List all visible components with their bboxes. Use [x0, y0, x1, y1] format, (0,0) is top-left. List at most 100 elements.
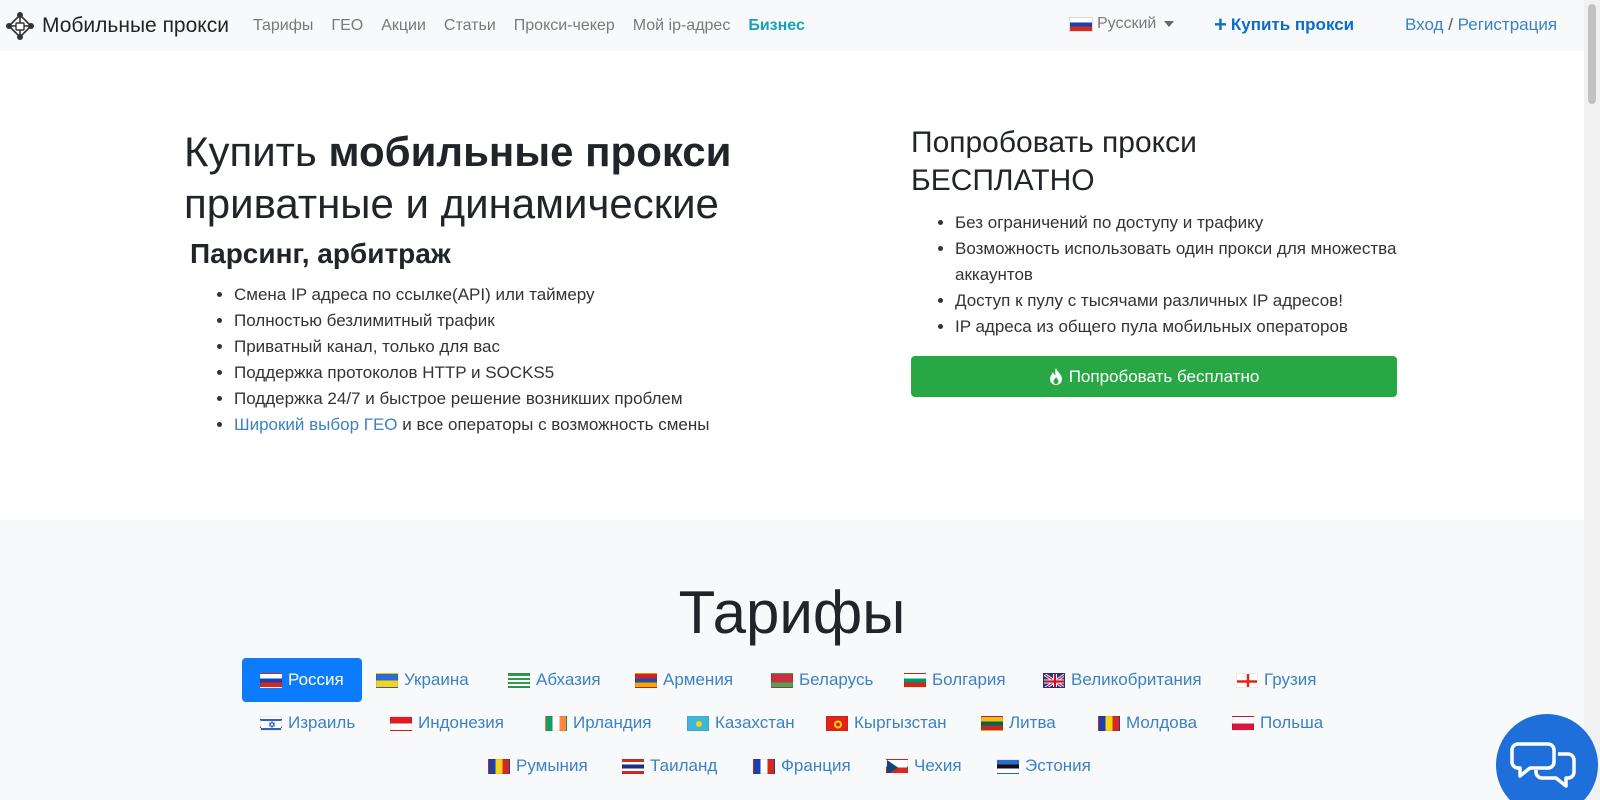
id-flag-icon [390, 715, 412, 731]
country-tab-fr[interactable]: Франция [735, 744, 869, 788]
country-tab-am[interactable]: Армения [617, 658, 751, 702]
list-item: Широкий выбор ГЕО и все операторы с возм… [234, 412, 824, 438]
country-tab-label: Израиль [288, 713, 356, 732]
country-tab-label: Армения [663, 670, 734, 689]
md-flag-icon [1098, 715, 1120, 731]
register-link[interactable]: Регистрация [1458, 15, 1557, 34]
th-flag-icon [622, 758, 644, 774]
country-tab-label: Молдова [1126, 713, 1198, 732]
list-item: Полностью безлимитный трафик [234, 308, 824, 334]
country-tab-kz[interactable]: Казахстан [669, 701, 813, 745]
am-flag-icon [635, 672, 657, 688]
country-tab-label: Эстония [1025, 756, 1091, 775]
hero-title-line2: приватные и динамические [184, 180, 719, 227]
country-tab-label: Абхазия [536, 670, 601, 689]
country-tab-gb[interactable]: Великобритания [1025, 658, 1220, 702]
country-tab-label: Таиланд [650, 756, 718, 775]
country-tab-ua[interactable]: Украина [358, 658, 487, 702]
country-tab-cz[interactable]: Чехия [868, 744, 980, 788]
country-tabs: Россия Украина Абхазия Армения Беларусь Болга… [0, 520, 1584, 800]
trial-title-line2: БЕСПЛАТНО [911, 164, 1095, 197]
ee-flag-icon [997, 758, 1019, 774]
buy-proxy-button[interactable]: + Купить прокси [1214, 14, 1354, 36]
country-tab-ie[interactable]: Ирландия [527, 701, 669, 745]
navbar: Мобильные прокси Тарифы ГЕО Акции Статьи… [0, 0, 1584, 51]
hero-title-bold: мобильные прокси [328, 128, 732, 175]
country-tab-label: Россия [288, 670, 344, 689]
login-link[interactable]: Вход [1405, 15, 1443, 34]
lt-flag-icon [981, 715, 1003, 731]
list-item: Поддержка протоколов HTTP и SOCKS5 [234, 360, 824, 386]
feature-list: Смена IP адреса по ссылке(API) или тайме… [234, 282, 824, 438]
cz-flag-icon [886, 758, 908, 774]
list-item: Без ограничений по доступу и трафику [955, 210, 1397, 236]
nav-link-business[interactable]: Бизнес [748, 17, 805, 35]
country-tab-kg[interactable]: Кыргызстан [808, 701, 965, 745]
trial-panel: Попробовать прокси БЕСПЛАТНО Без огранич… [911, 124, 1397, 397]
hero-subtitle: Парсинг, арбитраж [190, 238, 451, 269]
try-free-button[interactable]: Попробовать бесплатно [911, 356, 1397, 397]
country-tab-ru[interactable]: Россия [242, 658, 362, 702]
country-tab-label: Литва [1009, 713, 1056, 732]
ie-flag-icon [545, 715, 567, 731]
tariffs-section: Тарифы Россия Украина Абхазия Армения Белару… [0, 520, 1584, 800]
nav-link-my-ip[interactable]: Мой ip-адрес [633, 17, 731, 35]
country-tab-label: Чехия [914, 756, 962, 775]
country-tab-abh[interactable]: Абхазия [490, 658, 619, 702]
geo-link[interactable]: Широкий выбор ГЕО [234, 415, 398, 434]
country-tab-label: Ирландия [573, 713, 652, 732]
country-tab-pl[interactable]: Польша [1214, 701, 1341, 745]
country-tab-bg[interactable]: Болгария [886, 658, 1024, 702]
country-tab-label: Украина [404, 670, 469, 689]
gb-flag-icon [1043, 672, 1065, 688]
country-tab-id[interactable]: Индонезия [372, 701, 522, 745]
nav-link-tariffs[interactable]: Тарифы [253, 17, 313, 35]
country-tab-label: Великобритания [1071, 670, 1202, 689]
scroll-thumb[interactable] [1588, 4, 1596, 104]
country-tab-label: Кыргызстан [854, 713, 947, 732]
list-item: Смена IP адреса по ссылке(API) или тайме… [234, 282, 824, 308]
fr-flag-icon [753, 758, 775, 774]
ua-flag-icon [376, 672, 398, 688]
nav-link-proxy-checker[interactable]: Прокси-чекер [514, 17, 615, 35]
country-tab-by[interactable]: Беларусь [753, 658, 891, 702]
chat-bubbles-icon [1510, 742, 1576, 788]
ro-flag-icon [488, 758, 510, 774]
bg-flag-icon [904, 672, 926, 688]
country-tab-label: Грузия [1264, 670, 1317, 689]
kz-flag-icon [687, 715, 709, 731]
country-tab-label: Болгария [932, 670, 1006, 689]
chat-widget-button[interactable] [1496, 714, 1598, 800]
kg-flag-icon [826, 715, 848, 731]
nav-link-promotions[interactable]: Акции [381, 17, 426, 35]
nav-link-articles[interactable]: Статьи [444, 17, 496, 35]
try-free-label: Попробовать бесплатно [1068, 366, 1260, 386]
brand-link[interactable]: Мобильные прокси [5, 11, 229, 41]
trial-title: Попробовать прокси БЕСПЛАТНО [911, 124, 1397, 200]
country-tab-il[interactable]: Израиль [242, 701, 373, 745]
country-tab-ge[interactable]: Грузия [1218, 658, 1335, 702]
country-tab-md[interactable]: Молдова [1080, 701, 1215, 745]
language-dropdown[interactable]: Русский [1069, 15, 1175, 33]
brand-name: Мобильные прокси [42, 13, 229, 37]
nav-link-geo[interactable]: ГЕО [331, 17, 363, 35]
auth-links: Вход / Регистрация [1405, 15, 1557, 35]
auth-separator: / [1448, 15, 1453, 34]
il-flag-icon [260, 715, 282, 731]
caret-down-icon [1164, 21, 1175, 27]
country-tab-label: Индонезия [418, 713, 504, 732]
by-flag-icon [771, 672, 793, 688]
hero-left: Купить мобильные прокси приватные и дина… [184, 126, 824, 438]
country-tab-th[interactable]: Таиланд [604, 744, 735, 788]
country-tab-label: Румыния [516, 756, 588, 775]
network-nodes-icon [6, 11, 34, 40]
abh-flag-icon [508, 672, 530, 688]
scrollbar[interactable] [1584, 0, 1600, 800]
language-label: Русский [1097, 15, 1157, 32]
trial-list: Без ограничений по доступу и трафику Воз… [955, 210, 1397, 340]
buy-proxy-label: Купить прокси [1230, 15, 1355, 34]
geo-rest-text: и все операторы с возможность смены [397, 415, 710, 434]
country-tab-ee[interactable]: Эстония [979, 744, 1109, 788]
country-tab-ro[interactable]: Румыния [470, 744, 606, 788]
country-tab-lt[interactable]: Литва [963, 701, 1074, 745]
